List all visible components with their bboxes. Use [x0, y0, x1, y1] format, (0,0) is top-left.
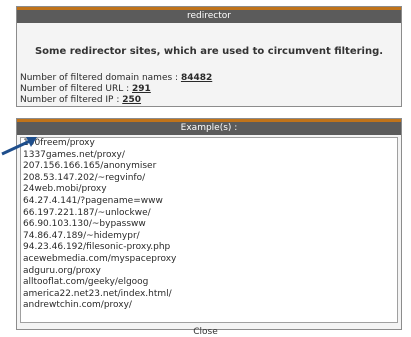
list-item: 208.53.147.202/~regvinfo/	[23, 172, 146, 183]
list-item: 74.86.47.189/~hidemypr/	[23, 230, 140, 241]
close-link[interactable]: Close	[0, 327, 411, 337]
stat-ips-value: 250	[122, 95, 142, 105]
list-item: 66.197.221.187/~unlockwe/	[23, 207, 151, 218]
stat-urls-value: 291	[132, 84, 151, 94]
examples-title: Example(s) :	[17, 119, 401, 135]
list-item: 1337games.net/proxy/	[23, 149, 125, 160]
examples-list[interactable]: 100freem/proxy 1337games.net/proxy/ 207.…	[20, 137, 398, 323]
stat-urls: Number of filtered URL : 291	[17, 84, 401, 95]
list-item: acewebmedia.com/myspaceproxy	[23, 253, 177, 264]
list-item: 24web.mobi/proxy	[23, 184, 107, 195]
list-item: 64.27.4.141/?pagename=www	[23, 195, 163, 206]
stat-urls-label: Number of filtered URL :	[20, 84, 133, 94]
examples-panel: Example(s) : 100freem/proxy 1337games.ne…	[16, 118, 402, 330]
list-item: alltooflat.com/geeky/elgoog	[23, 277, 149, 288]
stat-ips-label: Number of filtered IP :	[20, 95, 123, 105]
pointer-arrow-icon	[1, 137, 37, 156]
list-item: adguru.org/proxy	[23, 265, 101, 276]
list-item: 94.23.46.192/filesonic-proxy.php	[23, 242, 171, 253]
list-item: 100freem/proxy	[23, 138, 95, 148]
redirector-panel: redirector Some redirector sites, which …	[16, 6, 402, 107]
list-item: america22.net23.net/index.html/	[23, 288, 172, 299]
panel-title: redirector	[17, 7, 401, 23]
stat-domains-value: 84482	[180, 73, 213, 83]
list-item: andrewtchin.com/proxy/	[23, 300, 132, 311]
list-item: 66.90.103.130/~bypassww	[23, 219, 146, 230]
list-item: 207.156.166.165/anonymiser	[23, 161, 157, 172]
stat-ips: Number of filtered IP : 250	[17, 95, 401, 106]
stat-domains-label: Number of filtered domain names :	[20, 73, 181, 83]
stat-domains: Number of filtered domain names : 84482	[17, 73, 401, 84]
category-description: Some redirector sites, which are used to…	[34, 46, 384, 57]
